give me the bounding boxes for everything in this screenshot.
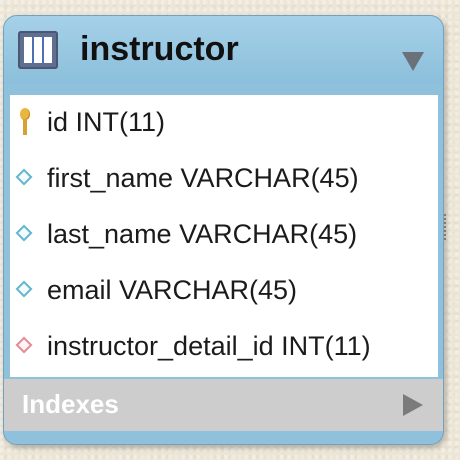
indexes-label: Indexes bbox=[22, 389, 119, 419]
entity-title: instructor bbox=[80, 30, 239, 68]
indexes-section[interactable]: Indexes bbox=[4, 379, 443, 431]
column-row-email[interactable]: email VARCHAR(45) bbox=[10, 263, 438, 319]
table-icon bbox=[18, 31, 58, 69]
entity-footer bbox=[4, 431, 443, 444]
column-list: id INT(11) first_name VARCHAR(45) last_n… bbox=[10, 95, 438, 377]
column-row-instructor-detail-id[interactable]: instructor_detail_id INT(11) bbox=[10, 319, 438, 375]
expand-triangle-icon[interactable] bbox=[403, 394, 423, 416]
table-icon-grid bbox=[24, 37, 52, 63]
foreign-key-diamond-icon bbox=[15, 336, 33, 354]
column-row-last-name[interactable]: last_name VARCHAR(45) bbox=[10, 207, 438, 263]
column-label: last_name VARCHAR(45) bbox=[47, 219, 358, 249]
attribute-diamond-icon bbox=[15, 168, 33, 186]
key-icon-shaft bbox=[23, 119, 27, 135]
attribute-diamond-icon bbox=[15, 280, 33, 298]
background-marks bbox=[444, 214, 449, 240]
key-icon bbox=[20, 108, 30, 138]
attribute-diamond-icon bbox=[15, 224, 33, 242]
column-label: instructor_detail_id INT(11) bbox=[47, 331, 371, 361]
column-label: first_name VARCHAR(45) bbox=[47, 163, 359, 193]
entity-table-instructor[interactable]: instructor id INT(11) first_name VARCHAR… bbox=[3, 15, 444, 445]
column-row-id[interactable]: id INT(11) bbox=[10, 95, 438, 151]
collapse-triangle-icon[interactable] bbox=[402, 52, 424, 71]
column-row-first-name[interactable]: first_name VARCHAR(45) bbox=[10, 151, 438, 207]
entity-header[interactable]: instructor bbox=[4, 16, 443, 84]
column-label: email VARCHAR(45) bbox=[47, 275, 298, 305]
column-label: id INT(11) bbox=[47, 107, 166, 137]
